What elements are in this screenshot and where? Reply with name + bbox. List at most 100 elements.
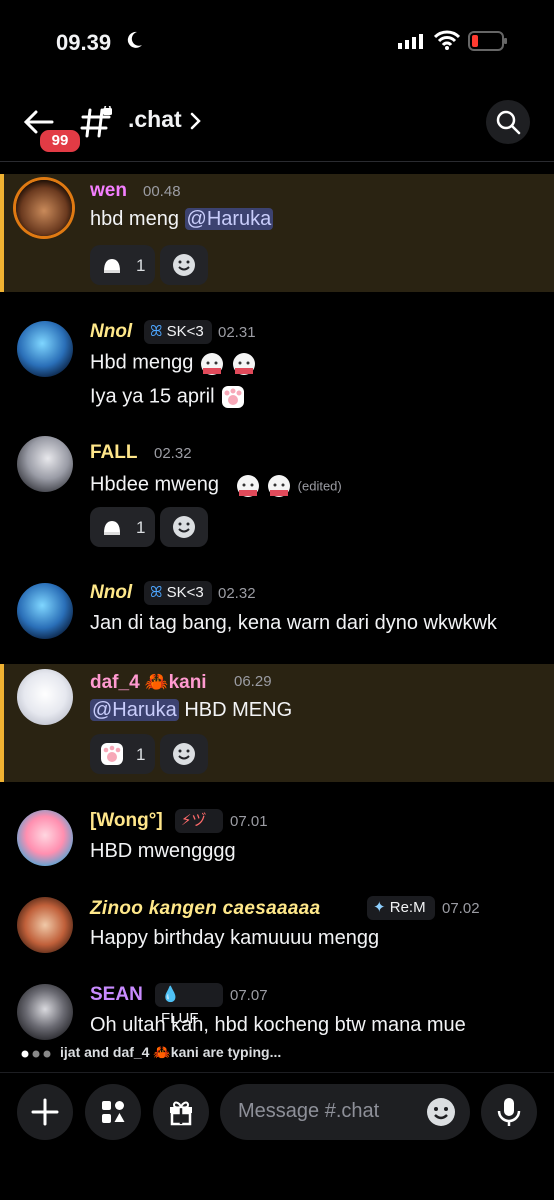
message-text-part: Hbd mengg (90, 351, 194, 374)
apps-button[interactable] (85, 1084, 141, 1140)
unread-badge: 99 (38, 128, 82, 154)
message-text-part: Iya ya 15 april (90, 385, 215, 408)
message-timestamp: 02.31 (218, 324, 256, 341)
sticker-emoji-icon (104, 259, 120, 273)
edited-label: (edited) (297, 478, 342, 494)
message-timestamp: 00.48 (143, 183, 181, 200)
status-bar: 09.39 (0, 0, 554, 84)
channel-name[interactable]: .chat (128, 106, 182, 133)
cellular-signal-icon (398, 34, 423, 49)
typing-dots-icon (21, 1050, 51, 1058)
add-reaction-button[interactable] (160, 245, 208, 285)
message-username[interactable]: wen (90, 180, 127, 202)
message-timestamp: 02.32 (218, 585, 256, 602)
anime-sticker-icon (236, 475, 259, 497)
message-username[interactable]: SEAN (90, 984, 143, 1006)
message-text: Iya ya 15 april (90, 384, 246, 410)
message-text: Hbdee mweng (edited) (90, 472, 342, 498)
sticker-emoji-icon (104, 521, 120, 535)
avatar[interactable] (17, 810, 73, 866)
message-highlight (0, 664, 554, 782)
reaction-count: 1 (136, 745, 146, 764)
reaction-chip[interactable]: 1 (90, 507, 155, 547)
voice-message-button[interactable] (481, 1084, 537, 1140)
reaction-count: 1 (136, 518, 146, 537)
apps-icon (102, 1101, 125, 1123)
text-channel-icon (80, 106, 112, 138)
role-tag: 💧FLUF (155, 983, 223, 1027)
add-reaction-button[interactable] (160, 734, 208, 774)
message-text: hbd meng @Haruka (90, 208, 274, 231)
reaction-chip[interactable]: 1 (90, 734, 155, 774)
avatar[interactable] (16, 180, 72, 236)
header-divider (0, 161, 554, 162)
message-text: @Haruka HBD MENG (90, 699, 292, 722)
message-username[interactable]: FALL (90, 442, 138, 464)
message-text: HBD mwengggg (90, 840, 236, 862)
role-tag-label: ⚡ヅ (181, 812, 207, 829)
wifi-icon (434, 30, 460, 50)
avatar[interactable] (17, 984, 73, 1040)
role-tag: ꕤ SK<3 (144, 320, 212, 344)
message-text: Happy birthday kamuuuu mengg (90, 927, 380, 949)
smile-icon (173, 743, 195, 765)
gift-icon (170, 1101, 192, 1126)
user-mention[interactable]: @Haruka (90, 699, 179, 721)
role-tag: ⚡ヅ (175, 809, 223, 833)
message-username[interactable]: Nnol (90, 321, 132, 343)
paw-emoji-icon (101, 743, 123, 765)
message-username[interactable]: daf_4 🦀kani (90, 670, 207, 694)
chevron-right-icon[interactable] (188, 112, 202, 130)
message-username[interactable]: Zinoo kangen caesaaaaa (90, 898, 320, 920)
message-timestamp: 07.07 (230, 987, 268, 1004)
smile-icon (173, 516, 195, 538)
role-tag: ꕤ SK<3 (144, 581, 212, 605)
message-timestamp: 02.32 (154, 445, 192, 462)
add-attachment-button[interactable] (17, 1084, 73, 1140)
smile-icon (173, 254, 195, 276)
gift-button[interactable] (153, 1084, 209, 1140)
role-tag-label: SK<3 (166, 584, 204, 601)
anime-sticker-icon (200, 353, 223, 375)
avatar[interactable] (17, 669, 73, 725)
message-text-part: HBD MENG (184, 699, 293, 721)
butterfly-icon: ꕤ (150, 323, 163, 340)
message-text-part: Hbdee mweng (90, 473, 219, 496)
avatar[interactable] (17, 897, 73, 953)
add-reaction-button[interactable] (160, 507, 208, 547)
paw-emoji-icon (222, 386, 245, 408)
reaction-chip[interactable]: 1 (90, 245, 155, 285)
reaction-count: 1 (136, 256, 146, 275)
moon-icon (127, 31, 142, 48)
avatar[interactable] (17, 321, 73, 377)
anime-sticker-icon (268, 475, 291, 497)
microphone-icon (497, 1098, 521, 1126)
avatar[interactable] (17, 583, 73, 639)
anime-sticker-icon (232, 353, 255, 375)
user-mention[interactable]: @Haruka (184, 208, 274, 230)
butterfly-icon: ꕤ (150, 584, 163, 601)
battery-icon (468, 31, 507, 51)
search-button[interactable] (486, 100, 530, 144)
role-tag: ✦ Re:M (367, 896, 435, 920)
role-tag-label: Re:M (389, 899, 426, 916)
message-text: Oh ultah kah, hbd kocheng btw mana mue (90, 1014, 466, 1036)
status-time: 09.39 (56, 30, 112, 55)
message-timestamp: 06.29 (234, 673, 272, 690)
message-highlight (0, 174, 554, 292)
message-timestamp: 07.01 (230, 813, 268, 830)
message-username[interactable]: Nnol (90, 582, 132, 604)
avatar[interactable] (17, 436, 73, 492)
droplet-icon: 💧 (161, 986, 180, 1003)
message-input-placeholder: Message #.chat (238, 1100, 380, 1122)
emoji-picker-icon[interactable] (425, 1096, 457, 1128)
search-icon (496, 110, 521, 135)
sparkle-icon: ✦ (373, 899, 386, 916)
message-text: Jan di tag bang, kena warn dari dyno wkw… (90, 612, 497, 634)
composer-divider (0, 1072, 554, 1073)
message-text-part: hbd meng (90, 208, 179, 230)
message-timestamp: 07.02 (442, 900, 480, 917)
role-tag-label: SK<3 (166, 323, 204, 340)
message-username[interactable]: [Wong°] (90, 810, 163, 832)
typing-indicator: ijat and daf_4 🦀kani are typing... (60, 1044, 282, 1060)
